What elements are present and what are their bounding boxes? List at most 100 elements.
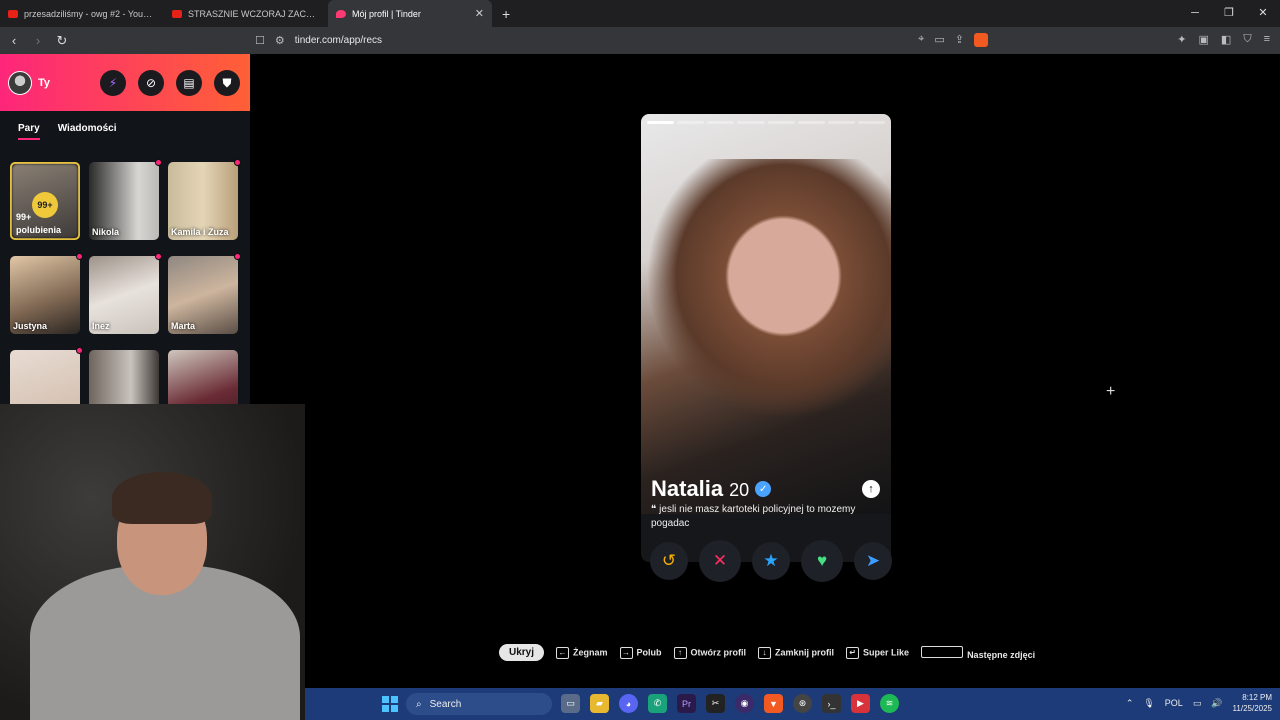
webcam-person-hair	[112, 472, 212, 524]
shortcut-superlike: ↵ Super Like	[846, 646, 909, 659]
close-window-icon[interactable]: ✕	[1246, 0, 1280, 27]
minimize-icon[interactable]: ─	[1178, 0, 1212, 27]
avatar[interactable]	[8, 70, 32, 95]
photo-progress-segment[interactable]	[857, 121, 885, 124]
match-card[interactable]	[89, 350, 159, 404]
premiere-pro-icon[interactable]: Pr	[677, 694, 696, 713]
match-card[interactable]: Marta	[168, 253, 241, 334]
match-card[interactable]: Nikola	[89, 159, 162, 240]
chevron-up-icon[interactable]: ⌃	[1126, 698, 1134, 709]
like-button[interactable]: ♥	[801, 540, 843, 582]
shortcut-close-label: Zamknij profil	[775, 647, 835, 657]
tab-messages[interactable]: Wiadomości	[58, 123, 117, 140]
address-bar[interactable]: ☐ ⚙ tinder.com/app/recs	[255, 30, 995, 51]
match-card[interactable]	[10, 347, 83, 404]
match-name: Inez	[92, 321, 110, 331]
microphone-icon[interactable]: 🎙	[1143, 698, 1154, 709]
forward-icon[interactable]: ›	[28, 33, 48, 48]
network-icon[interactable]: ▭	[1193, 698, 1202, 709]
windows-start-icon[interactable]	[382, 696, 398, 712]
extensions-icon[interactable]: ✦	[1177, 33, 1186, 46]
match-name: Kamila i Zuza	[171, 227, 229, 237]
steam-icon[interactable]: ⊛	[793, 694, 812, 713]
briefcase-icon[interactable]: ▤	[176, 70, 202, 96]
action-buttons: ↺ ✕ ★ ♥ ➤	[650, 540, 892, 582]
open-profile-button[interactable]: ↑	[862, 480, 880, 498]
hide-shortcuts-button[interactable]: Ukryj	[499, 644, 545, 661]
explore-icon[interactable]: ⊘	[138, 70, 164, 96]
likes-count-badge: 99+	[32, 192, 58, 218]
screen: przesadziliśmy - owg #2 - YouTube STRASZ…	[0, 0, 1280, 720]
language-indicator[interactable]: POL	[1165, 698, 1183, 708]
nope-button[interactable]: ✕	[699, 540, 741, 582]
share-icon[interactable]: ⇪	[955, 33, 964, 47]
shortcut-next: Następne zdjęci	[921, 645, 1036, 660]
vpn-icon[interactable]: ⛉	[1243, 33, 1251, 46]
tab-matches[interactable]: Pary	[18, 123, 40, 140]
profile-photo[interactable]	[641, 114, 891, 514]
tab-youtube-2[interactable]: STRASZNIE WCZORAJ ZACHLALIŚMY	[164, 0, 328, 27]
discord-icon[interactable]: ◕	[619, 694, 638, 713]
safety-shield-icon[interactable]: ⛊	[214, 70, 240, 96]
location-icon[interactable]: ⌖	[918, 33, 924, 47]
photo-progress-segment[interactable]	[737, 121, 765, 124]
brave-icon[interactable]: ▼	[764, 694, 783, 713]
photo-progress-segment[interactable]	[767, 121, 795, 124]
send-message-button[interactable]: ➤	[854, 542, 892, 580]
shortcut-open-label: Otwórz profil	[690, 647, 747, 657]
capcut-icon[interactable]: ✂	[706, 694, 725, 713]
likes-label: polubienia	[16, 225, 61, 235]
spotify-icon[interactable]: ≋	[880, 694, 899, 713]
arrow-up-key-icon: ↑	[673, 646, 687, 659]
shortcut-nope: ← Żegnam	[556, 646, 608, 659]
shortcut-nope-label: Żegnam	[573, 647, 608, 657]
new-tab-button[interactable]: +	[492, 6, 520, 22]
boost-icon[interactable]: ⚡	[100, 70, 126, 96]
recorder-icon[interactable]: ▶	[851, 694, 870, 713]
sidebar-toggle-icon[interactable]: ◧	[1221, 33, 1231, 46]
profile-link[interactable]: Ty	[38, 77, 50, 89]
reload-icon[interactable]: ↻	[52, 33, 72, 49]
arrow-right-key-icon: →	[619, 646, 633, 659]
task-view-icon[interactable]: ▭	[561, 694, 580, 713]
photo-progress-segment[interactable]	[677, 121, 705, 124]
bookmark-icon[interactable]: ☐	[255, 34, 265, 47]
photo-progress-segment[interactable]	[797, 121, 825, 124]
photo-progress-segment[interactable]	[707, 121, 735, 124]
new-match-dot	[234, 253, 241, 260]
tab-youtube-1[interactable]: przesadziliśmy - owg #2 - YouTube	[0, 0, 164, 27]
likes-card[interactable]: 99+ 99+ polubienia	[10, 162, 80, 240]
menu-icon[interactable]: ≡	[1264, 33, 1270, 46]
tab-tinder[interactable]: Mój profil | Tinder ✕	[328, 0, 492, 27]
clock[interactable]: 8:12 PM 11/25/2025	[1233, 692, 1272, 714]
obs-icon[interactable]: ◉	[735, 694, 754, 713]
match-card[interactable]	[168, 350, 238, 404]
profile-card[interactable]: Natalia 20 ✓ ↑ ❝ jesli nie masz kartotek…	[641, 114, 891, 562]
tinder-icon	[336, 9, 346, 18]
close-tab-icon[interactable]: ✕	[475, 7, 484, 20]
enter-key-icon: ↵	[846, 646, 860, 659]
back-icon[interactable]: ‹	[4, 33, 24, 48]
taskbar-search[interactable]: ⌕ Search	[406, 693, 552, 715]
quote-icon: ❝	[651, 504, 657, 515]
rewind-button[interactable]: ↺	[650, 542, 688, 580]
volume-icon[interactable]: 🔊	[1211, 698, 1222, 709]
match-card[interactable]: Justyna	[10, 253, 83, 334]
restore-icon[interactable]: ❐	[1212, 0, 1246, 27]
cast-icon[interactable]: ▭	[934, 33, 944, 47]
match-card[interactable]: Inez	[89, 253, 162, 334]
photo-progress-segment[interactable]	[827, 121, 855, 124]
file-explorer-icon[interactable]: ▰	[590, 694, 609, 713]
whatsapp-icon[interactable]: ✆	[648, 694, 667, 713]
photo-progress-segment[interactable]	[647, 121, 675, 124]
tab-title: Mój profil | Tinder	[352, 8, 421, 19]
wallet-icon[interactable]: ▣	[1199, 33, 1209, 46]
super-like-button[interactable]: ★	[752, 542, 790, 580]
youtube-icon	[172, 9, 182, 18]
match-card[interactable]: Kamila i Zuza	[168, 159, 241, 240]
shortcut-next-label: Następne zdjęci	[967, 649, 1036, 660]
system-tray: ⌃ 🎙 POL ▭ 🔊 8:12 PM 11/25/2025	[1126, 692, 1272, 714]
site-info-icon[interactable]: ⚙	[275, 34, 285, 47]
brave-shield-icon[interactable]	[974, 33, 988, 47]
terminal-icon[interactable]: ›_	[822, 694, 841, 713]
